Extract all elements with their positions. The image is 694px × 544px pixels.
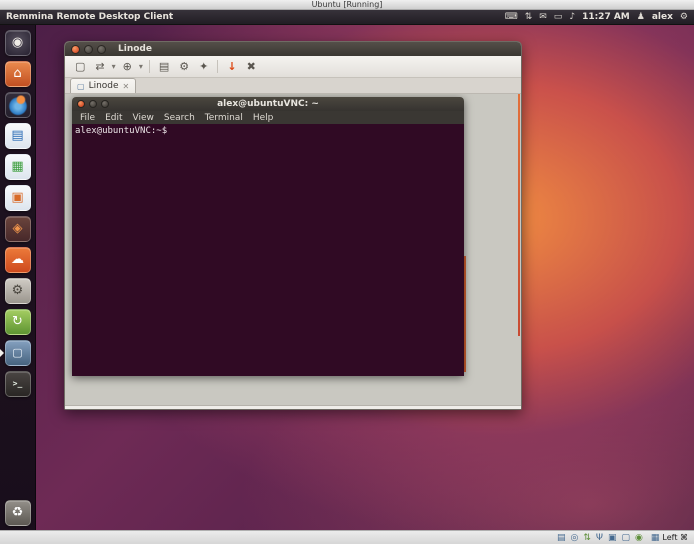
remote-desktop-view[interactable]: alex@ubuntuVNC: ~ File Edit View Search … [65,94,521,409]
terminal-maximize-button[interactable] [101,100,109,108]
host-key-indicator: ▦ Left ⌘ [651,533,688,543]
tab-label: Linode [89,81,119,91]
vbox-window-title: Ubuntu [Running] [312,0,383,9]
remmina-toolbar: ▢ ⇄ ▾ ⊕ ▾ ▤ ⚙ ✦ ↓ ✖ [65,56,521,78]
remote-desktop-bottom-strip [65,405,521,409]
launcher-item-remmina[interactable]: ▢ [3,339,33,366]
terminal-titlebar[interactable]: alex@ubuntuVNC: ~ [72,97,464,111]
remmina-window: Linode ▢ ⇄ ▾ ⊕ ▾ ▤ ⚙ ✦ ↓ ✖ ▢ Linode ✕ [64,41,522,410]
top-panel: Remmina Remote Desktop Client ⌨ ⇅ ✉ ▭ ♪ … [0,10,694,25]
preferences-icon[interactable]: ⚙ [175,57,193,77]
scale-dropdown-icon[interactable]: ▾ [111,57,117,77]
menu-terminal[interactable]: Terminal [205,113,243,123]
optical-disc-icon[interactable]: ◎ [571,532,579,544]
launcher-item-libreoffice-writer[interactable]: ▤ [3,122,33,149]
vbox-statusbar: ▤ ◎ ⇅ Ψ ▣ ▢ ◉ ▦ Left ⌘ [0,530,694,544]
terminal-output[interactable]: alex@ubuntuVNC:~$ [72,124,464,376]
shared-folders-icon[interactable]: ▣ [608,532,617,544]
minimize-to-tray-icon[interactable]: ↓ [223,57,240,77]
remote-wallpaper-stripe [464,256,466,372]
toolbar-separator [217,60,218,73]
display-icon[interactable]: ▢ [622,532,631,544]
launcher-item-libreoffice-calc[interactable]: ▦ [3,153,33,180]
tab-linode[interactable]: ▢ Linode ✕ [70,78,136,93]
harddisk-icon[interactable]: ▤ [557,532,566,544]
minimize-button[interactable] [84,45,93,54]
disconnect-icon[interactable]: ✖ [243,57,260,77]
launcher-item-libreoffice-impress[interactable]: ▣ [3,184,33,211]
remote-terminal-window[interactable]: alex@ubuntuVNC: ~ File Edit View Search … [72,97,464,376]
keyboard-state-icon: ▦ [651,533,660,543]
session-gear-icon[interactable]: ⚙ [680,10,688,25]
launcher-item-firefox[interactable] [3,91,33,118]
menu-view[interactable]: View [133,113,154,123]
terminal-close-button[interactable] [77,100,85,108]
terminal-menubar: File Edit View Search Terminal Help [72,111,464,124]
impress-icon: ▣ [5,185,31,211]
launcher-item-home-folder[interactable]: ⌂ [3,60,33,87]
tab-close-icon[interactable]: ✕ [123,82,130,91]
mail-indicator-icon[interactable]: ✉ [539,10,547,25]
usb-icon[interactable]: Ψ [596,532,603,544]
ubuntu-one-icon: ☁ [5,247,31,273]
tools-icon[interactable]: ✦ [195,57,212,77]
update-manager-icon: ↻ [5,309,31,335]
app-menu-title[interactable]: Remmina Remote Desktop Client [6,12,173,22]
menu-help[interactable]: Help [253,113,274,123]
launcher-item-update-manager[interactable]: ↻ [3,308,33,335]
terminal-icon: >_ [5,371,31,397]
menu-edit[interactable]: Edit [105,113,122,123]
user-icon: ♟ [637,10,645,25]
grab-keyboard-icon[interactable]: ▤ [155,57,173,77]
calc-icon: ▦ [5,154,31,180]
keyboard-indicator-icon[interactable]: ⌨ [505,10,518,25]
launcher-item-terminal[interactable]: >_ [3,370,33,397]
battery-indicator-icon[interactable]: ▭ [554,10,563,25]
shell-prompt: alex@ubuntuVNC:~$ [75,126,167,136]
remmina-tabbar: ▢ Linode ✕ [65,78,521,94]
volume-indicator-icon[interactable]: ♪ [569,10,575,25]
ubuntu-desktop: Remmina Remote Desktop Client ⌨ ⇅ ✉ ▭ ♪ … [0,10,694,530]
monitor-icon: ▢ [77,82,85,91]
scaled-mode-icon[interactable]: ⇄ [91,57,108,77]
remote-wallpaper-stripe [518,94,520,336]
clock[interactable]: 11:27 AM [582,12,630,22]
terminal-minimize-button[interactable] [89,100,97,108]
dash-icon: ◉ [5,30,31,56]
launcher-item-dash-home[interactable]: ◉ [3,29,33,56]
maximize-button[interactable] [97,45,106,54]
zoom-dropdown-icon[interactable]: ▾ [138,57,144,77]
toolbar-separator [149,60,150,73]
firefox-icon [5,92,31,118]
window-title: Linode [118,44,152,54]
unity-launcher: ◉ ⌂ ▤ ▦ ▣ ◈ ☁ ⚙ ↻ ▢ >_ ♻ [0,25,36,530]
launcher-item-system-settings[interactable]: ⚙ [3,277,33,304]
home-folder-icon: ⌂ [5,61,31,87]
terminal-title: alex@ubuntuVNC: ~ [72,99,464,109]
trash-icon: ♻ [5,500,31,526]
host-key-label: Left ⌘ [662,533,688,542]
username-menu[interactable]: alex [652,12,673,22]
system-settings-icon: ⚙ [5,278,31,304]
writer-icon: ▤ [5,123,31,149]
remmina-titlebar[interactable]: Linode [65,42,521,56]
vbox-titlebar: Ubuntu [Running] [0,0,694,10]
zoom-icon[interactable]: ⊕ [119,57,136,77]
launcher-item-trash[interactable]: ♻ [3,499,33,526]
remmina-icon: ▢ [5,340,31,366]
menu-file[interactable]: File [80,113,95,123]
network-indicator-icon[interactable]: ⇅ [525,10,533,25]
network-adapter-icon[interactable]: ⇅ [583,532,591,544]
mouse-integration-icon[interactable]: ◉ [635,532,643,544]
menu-search[interactable]: Search [164,113,195,123]
launcher-item-software-center[interactable]: ◈ [3,215,33,242]
software-center-icon: ◈ [5,216,31,242]
close-button[interactable] [71,45,80,54]
fullscreen-icon[interactable]: ▢ [71,57,89,77]
panel-indicators: ⌨ ⇅ ✉ ▭ ♪ 11:27 AM ♟ alex ⚙ [505,10,688,25]
launcher-item-ubuntu-one[interactable]: ☁ [3,246,33,273]
